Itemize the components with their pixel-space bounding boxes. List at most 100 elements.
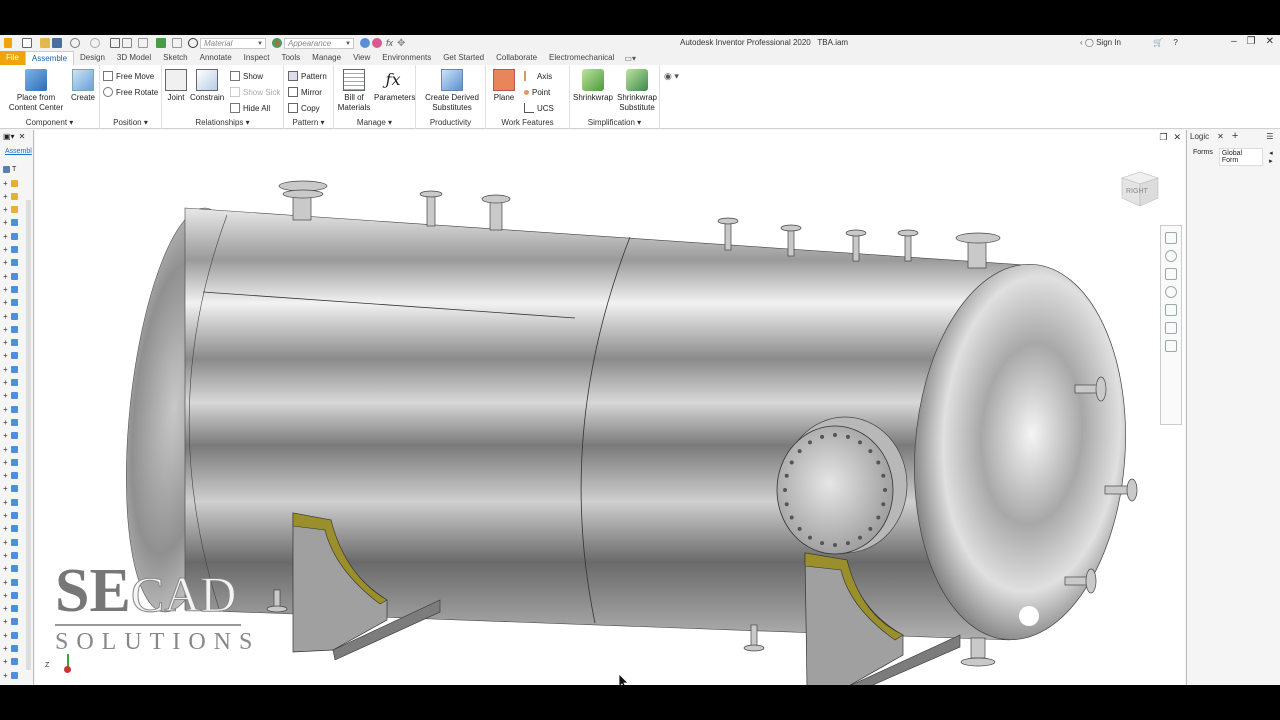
browser-menu-icon[interactable]: ▣▾ bbox=[3, 132, 15, 141]
fx-icon[interactable]: fx bbox=[386, 38, 393, 48]
expand-icon[interactable]: + bbox=[3, 312, 9, 321]
expand-icon[interactable]: + bbox=[3, 405, 9, 414]
sign-in-button[interactable]: ‹ ◯ Sign In 🛒 ? bbox=[1080, 38, 1178, 47]
create-derived-substitutes-button[interactable]: Create Derived Substitutes bbox=[422, 69, 482, 113]
expand-icon[interactable]: + bbox=[3, 298, 9, 307]
pan-icon[interactable] bbox=[1165, 250, 1177, 262]
shrinkwrap-substitute-button[interactable]: Shrinkwrap Substitute bbox=[616, 69, 658, 113]
browser-scrollbar[interactable] bbox=[26, 200, 31, 670]
expand-icon[interactable]: + bbox=[3, 192, 9, 201]
tab-environments[interactable]: Environments bbox=[376, 51, 437, 65]
expand-icon[interactable]: + bbox=[3, 631, 9, 640]
save-icon[interactable] bbox=[52, 38, 62, 48]
expand-icon[interactable]: + bbox=[3, 365, 9, 374]
expand-icon[interactable]: + bbox=[3, 458, 9, 467]
pattern-button[interactable]: Pattern bbox=[288, 70, 327, 82]
expand-icon[interactable]: + bbox=[3, 591, 9, 600]
expand-icon[interactable]: + bbox=[3, 511, 9, 520]
tree-root[interactable]: T bbox=[3, 164, 31, 174]
copy-button[interactable]: Copy bbox=[288, 102, 320, 114]
expand-icon[interactable]: + bbox=[3, 538, 9, 547]
expand-icon[interactable]: + bbox=[3, 232, 9, 241]
tab-global-forms[interactable]: Global Form bbox=[1218, 148, 1264, 166]
undo-icon[interactable] bbox=[70, 38, 80, 48]
group-label-component[interactable]: Component ▾ bbox=[0, 118, 99, 127]
expand-icon[interactable]: + bbox=[3, 617, 9, 626]
measure-icon[interactable] bbox=[172, 38, 182, 48]
tab-collaborate[interactable]: Collaborate bbox=[490, 51, 543, 65]
expand-icon[interactable]: + bbox=[3, 564, 9, 573]
tab-design[interactable]: Design bbox=[74, 51, 111, 65]
ilogic-close-icon[interactable]: ✕ bbox=[1217, 132, 1224, 141]
properties-icon[interactable] bbox=[122, 38, 132, 48]
close-icon[interactable]: ✕ bbox=[1266, 36, 1274, 47]
show-button[interactable]: Show bbox=[230, 70, 263, 82]
steering-wheel-icon[interactable] bbox=[1165, 232, 1177, 244]
tree-row[interactable]: + bbox=[3, 178, 31, 188]
expand-icon[interactable]: + bbox=[3, 179, 9, 188]
orbit-icon[interactable] bbox=[1165, 286, 1177, 298]
expand-icon[interactable]: + bbox=[3, 431, 9, 440]
clear-appearance-icon[interactable] bbox=[372, 38, 382, 48]
bill-of-materials-button[interactable]: Bill of Materials bbox=[336, 69, 372, 113]
expand-icon[interactable]: + bbox=[3, 418, 9, 427]
group-label-manage[interactable]: Manage ▾ bbox=[334, 118, 415, 127]
expand-icon[interactable]: + bbox=[3, 671, 9, 680]
browser-close-icon[interactable]: ✕ bbox=[19, 132, 26, 141]
look-at-icon[interactable] bbox=[1165, 304, 1177, 316]
tab-file[interactable]: File bbox=[0, 51, 25, 65]
tab-3d-model[interactable]: 3D Model bbox=[111, 51, 157, 65]
expand-icon[interactable]: + bbox=[3, 471, 9, 480]
tab-view[interactable]: View bbox=[347, 51, 376, 65]
ribbon-options-icon[interactable]: ▭▾ bbox=[624, 54, 636, 63]
expand-icon[interactable]: + bbox=[3, 272, 9, 281]
inventor-logo-icon[interactable] bbox=[4, 38, 12, 48]
graphics-viewport[interactable]: ❐ ✕ RIGHT SECAD SOLUTIONS Z bbox=[35, 130, 1185, 685]
tab-sketch[interactable]: Sketch bbox=[157, 51, 193, 65]
material-select[interactable]: Material ▼ bbox=[200, 37, 266, 49]
place-button[interactable]: Place from Content Center bbox=[8, 69, 64, 113]
expand-icon[interactable]: + bbox=[3, 378, 9, 387]
point-button[interactable]: Point bbox=[524, 86, 550, 98]
viewcube[interactable]: RIGHT bbox=[1118, 168, 1162, 208]
plane-button[interactable]: Plane bbox=[490, 69, 518, 103]
expand-icon[interactable]: + bbox=[3, 644, 9, 653]
group-label-relationships[interactable]: Relationships ▾ bbox=[162, 118, 283, 127]
cart-icon[interactable]: 🛒 bbox=[1153, 38, 1163, 47]
new-icon[interactable] bbox=[22, 38, 32, 48]
home-icon[interactable] bbox=[110, 38, 120, 48]
update-icon[interactable] bbox=[156, 38, 166, 48]
group-label-simplification[interactable]: Simplification ▾ bbox=[570, 118, 659, 127]
minimize-icon[interactable]: – bbox=[1231, 36, 1237, 47]
constrain-button[interactable]: Constrain bbox=[190, 69, 224, 103]
panel-menu-icon[interactable]: ☰ bbox=[1266, 132, 1273, 141]
create-button[interactable]: Create bbox=[70, 69, 96, 103]
expand-icon[interactable]: + bbox=[3, 285, 9, 294]
free-rotate-button[interactable]: Free Rotate bbox=[103, 86, 158, 98]
show-sick-button[interactable]: Show Sick bbox=[230, 86, 280, 98]
free-move-button[interactable]: Free Move bbox=[103, 70, 154, 82]
extra-options-icon[interactable]: ◉ ▾ bbox=[664, 71, 679, 82]
axis-button[interactable]: Axis bbox=[524, 70, 552, 82]
expand-icon[interactable]: + bbox=[3, 258, 9, 267]
tab-scroll-icon[interactable]: ◂ ▸ bbox=[1267, 148, 1280, 166]
group-label-pattern[interactable]: Pattern ▾ bbox=[284, 118, 333, 127]
select-icon[interactable] bbox=[138, 38, 148, 48]
expand-icon[interactable]: + bbox=[3, 218, 9, 227]
group-label-position[interactable]: Position ▾ bbox=[100, 118, 161, 127]
open-icon[interactable] bbox=[40, 38, 50, 48]
expand-icon[interactable]: + bbox=[3, 325, 9, 334]
expand-icon[interactable]: + bbox=[3, 657, 9, 666]
adjust-icon[interactable] bbox=[360, 38, 370, 48]
expand-icon[interactable]: + bbox=[3, 338, 9, 347]
expand-icon[interactable]: + bbox=[3, 551, 9, 560]
expand-icon[interactable]: + bbox=[3, 245, 9, 254]
tab-inspect[interactable]: Inspect bbox=[238, 51, 276, 65]
tab-electromechanical[interactable]: Electromechanical bbox=[543, 51, 620, 65]
tab-forms[interactable]: Forms bbox=[1191, 148, 1215, 166]
view-face-icon[interactable] bbox=[1165, 322, 1177, 334]
move-icon[interactable]: ✥ bbox=[397, 38, 405, 49]
expand-icon[interactable]: + bbox=[3, 578, 9, 587]
expand-icon[interactable]: + bbox=[3, 445, 9, 454]
redo-icon[interactable] bbox=[90, 38, 100, 48]
